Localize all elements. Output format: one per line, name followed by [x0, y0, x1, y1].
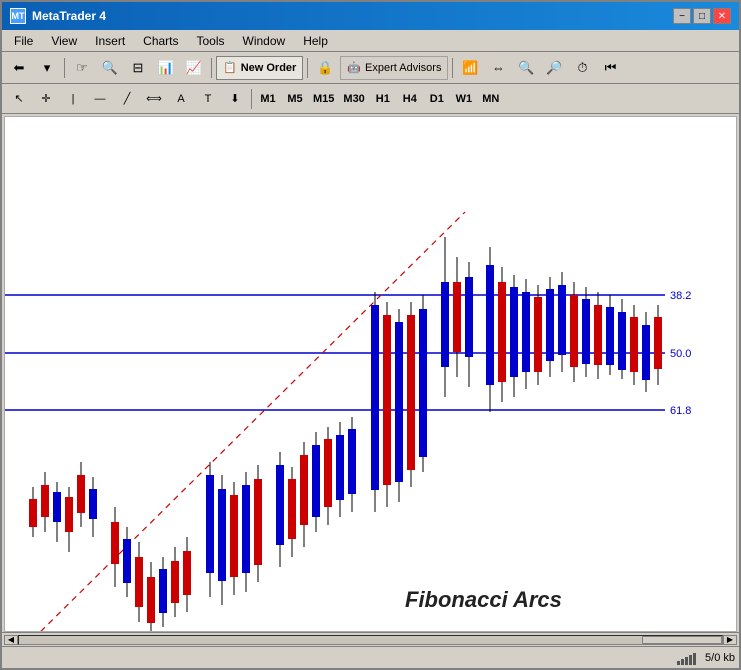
bar1 — [677, 661, 680, 665]
expert-advisors-button[interactable]: 🤖 Expert Advisors — [340, 56, 448, 80]
sep4 — [452, 58, 453, 78]
title-bar: MT MetaTrader 4 − □ ✕ — [2, 2, 739, 30]
window-controls: − □ ✕ — [673, 8, 731, 24]
toolbar-hand-btn[interactable]: ☞ — [69, 56, 95, 80]
tf-d1[interactable]: D1 — [424, 88, 450, 110]
tool-tline[interactable]: ╱ — [114, 87, 140, 111]
tool-cross[interactable]: ✛ — [33, 87, 59, 111]
menu-window[interactable]: Window — [235, 32, 294, 50]
menu-file[interactable]: File — [6, 32, 41, 50]
chart-svg: 38.2 50.0 61.8 — [5, 117, 736, 631]
tool-hline[interactable]: — — [87, 87, 113, 111]
sep5 — [251, 89, 252, 109]
network-icon — [677, 651, 697, 665]
menu-help[interactable]: Help — [295, 32, 336, 50]
tf-m30[interactable]: M30 — [339, 88, 368, 110]
svg-text:50.0: 50.0 — [670, 348, 691, 360]
tool-cursor[interactable]: ↖ — [6, 87, 32, 111]
scroll-right-button[interactable]: ▶ — [723, 635, 737, 645]
close-button[interactable]: ✕ — [713, 8, 731, 24]
toolbar-scroll-btn[interactable]: ⏮ — [597, 56, 623, 80]
menu-view[interactable]: View — [43, 32, 85, 50]
tf-m5[interactable]: M5 — [282, 88, 308, 110]
sep3 — [307, 58, 308, 78]
toolbar-zoom-p-btn[interactable]: 🔍 — [513, 56, 539, 80]
chart-area[interactable]: 38.2 50.0 61.8 — [4, 116, 737, 632]
statusbar-right: 5/0 kb — [677, 651, 735, 665]
minimize-button[interactable]: − — [673, 8, 691, 24]
new-order-label: New Order — [241, 62, 297, 74]
statusbar: 5/0 kb — [2, 646, 739, 668]
expert-advisors-label: Expert Advisors — [365, 62, 441, 74]
kb-label: 5/0 kb — [705, 652, 735, 664]
bar2 — [681, 659, 684, 665]
window-title: MetaTrader 4 — [32, 9, 106, 23]
toolbar-volume-btn[interactable]: 📶 — [457, 56, 483, 80]
menu-charts[interactable]: Charts — [135, 32, 186, 50]
sep2 — [211, 58, 212, 78]
toolbar-bar-btn[interactable]: 📈 — [181, 56, 207, 80]
toolbar2: ↖ ✛ | — ╱ ⟺ A T ⬇ M1 M5 M15 M30 H1 H4 D1… — [2, 84, 739, 114]
tool-vline[interactable]: | — [60, 87, 86, 111]
menu-insert[interactable]: Insert — [87, 32, 133, 50]
tool-channel[interactable]: ⟺ — [141, 87, 167, 111]
svg-text:38.2: 38.2 — [670, 290, 691, 302]
bar4 — [689, 655, 692, 665]
toolbar1: ⬅ ▾ ☞ 🔍 ⊟ 📊 📈 📋 New Order 🔒 🤖 Expert Adv… — [2, 52, 739, 84]
scrollbar-track[interactable] — [18, 635, 723, 645]
tf-m15[interactable]: M15 — [309, 88, 338, 110]
toolbar-zoom-in-btn[interactable]: 🔍 — [97, 56, 123, 80]
tool-arrow-drop[interactable]: ⬇ — [222, 87, 248, 111]
new-order-button[interactable]: 📋 New Order — [216, 56, 303, 80]
toolbar-lock-icon: 🔒 — [312, 56, 338, 80]
tf-m1[interactable]: M1 — [255, 88, 281, 110]
app-icon: MT — [10, 8, 26, 24]
bar5 — [693, 653, 696, 665]
tool-text-label[interactable]: T — [195, 87, 221, 111]
toolbar-expand-btn[interactable]: ⇔ — [485, 56, 511, 80]
menubar: File View Insert Charts Tools Window Hel… — [2, 30, 739, 52]
tf-mn[interactable]: MN — [478, 88, 504, 110]
tf-h4[interactable]: H4 — [397, 88, 423, 110]
main-window: MT MetaTrader 4 − □ ✕ File View Insert C… — [0, 0, 741, 670]
toolbar-arrow-btn[interactable]: ⬅ — [6, 56, 32, 80]
svg-text:61.8: 61.8 — [670, 405, 691, 417]
scroll-left-button[interactable]: ◀ — [4, 635, 18, 645]
new-order-icon: 📋 — [223, 61, 237, 74]
sep1 — [64, 58, 65, 78]
tf-h1[interactable]: H1 — [370, 88, 396, 110]
tool-text-a[interactable]: A — [168, 87, 194, 111]
title-bar-left: MT MetaTrader 4 — [10, 8, 106, 24]
toolbar-zoom-m-btn[interactable]: 🔎 — [541, 56, 567, 80]
menu-tools[interactable]: Tools — [189, 32, 233, 50]
toolbar-chart-btn[interactable]: 📊 — [153, 56, 179, 80]
fib-arcs-label: Fibonacci Arcs — [405, 587, 562, 612]
toolbar-dropdown-btn[interactable]: ▾ — [34, 56, 60, 80]
maximize-button[interactable]: □ — [693, 8, 711, 24]
toolbar-period-btn[interactable]: ⏱ — [569, 56, 595, 80]
tf-w1[interactable]: W1 — [451, 88, 477, 110]
toolbar-zoom-out-btn[interactable]: ⊟ — [125, 56, 151, 80]
bar3 — [685, 657, 688, 665]
expert-advisors-icon: 🤖 — [347, 61, 361, 74]
scrollbar-horizontal[interactable]: ◀ ▶ — [2, 632, 739, 646]
scrollbar-thumb[interactable] — [642, 636, 722, 644]
